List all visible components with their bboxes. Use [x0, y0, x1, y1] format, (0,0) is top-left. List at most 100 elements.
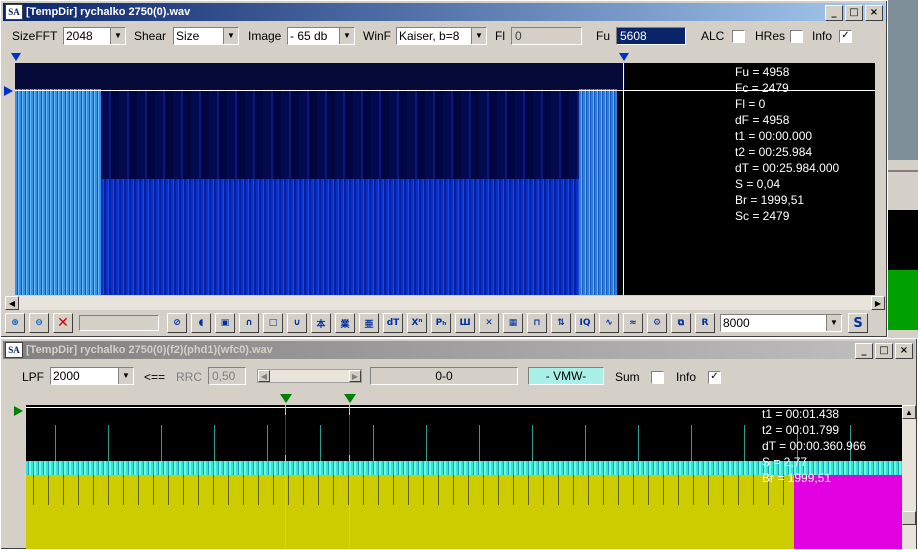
info-line: S = 2,77 — [762, 455, 808, 469]
chevron-down-icon[interactable]: ▼ — [339, 28, 354, 44]
waveform-window-titlebar[interactable]: SA [TempDir] rychalko 2750(0)(f2)(phd1)(… — [3, 341, 915, 359]
fl-field[interactable]: 0 — [511, 27, 582, 45]
rrc-field[interactable]: 0,50 — [208, 367, 246, 385]
chevron-down-icon[interactable]: ▼ — [223, 28, 238, 44]
scroll-right-button[interactable]: ▶ — [871, 296, 885, 310]
left-marker-icon[interactable] — [11, 53, 21, 61]
arc-up-icon[interactable]: ∩ — [239, 313, 259, 333]
cross-icon[interactable]: ✕ — [479, 313, 499, 333]
slider-right-button[interactable]: ▶ — [349, 370, 361, 382]
vertical-scrollbar[interactable]: ▲ — [902, 405, 916, 549]
waveform-view[interactable]: t1 = 00:01.438 t2 = 00:01.799 dT = 00:00… — [26, 405, 902, 549]
info-line: Sc = 2479 — [735, 209, 790, 223]
cancel-icon[interactable]: ✕ — [53, 313, 73, 333]
square-wave-icon[interactable]: ⊓ — [527, 313, 547, 333]
image-value: - 65 db — [290, 29, 328, 43]
info-line: Fc = 2479 — [735, 81, 789, 95]
maximize-button[interactable]: □ — [845, 5, 863, 21]
rate-value: 8000 — [723, 316, 750, 330]
stop-icon[interactable]: ▣ — [215, 313, 235, 333]
fu-label: Fu — [596, 29, 611, 43]
r-button[interactable]: R — [695, 313, 715, 333]
horizontal-scrollbar[interactable]: ◀ ▶ — [5, 296, 885, 310]
info-line: t1 = 00:00.000 — [735, 129, 813, 143]
spectrum-window-titlebar[interactable]: SA [TempDir] rychalko 2750(0).wav _ □ × — [3, 3, 885, 21]
copy-icon[interactable]: ⧉ — [671, 313, 691, 333]
alc-checkbox[interactable] — [732, 30, 745, 43]
rrc-slider[interactable]: ◀ ▶ — [257, 369, 362, 383]
info-line: dF = 4958 — [735, 113, 790, 127]
chevron-down-icon[interactable]: ▼ — [110, 28, 125, 44]
sizefft-select[interactable]: 2048 ▼ — [63, 27, 126, 45]
winf-select[interactable]: Kaiser, b=8 ▼ — [396, 27, 487, 45]
zoom-in-icon[interactable]: ⊕ — [5, 313, 25, 333]
xn-button[interactable]: Xⁿ — [407, 313, 427, 333]
mode-field[interactable]: - VMW- — [528, 367, 604, 385]
dt-button[interactable]: dT — [383, 313, 403, 333]
spectrogram-right-block — [579, 89, 617, 295]
slider-left-button[interactable]: ◀ — [258, 370, 270, 382]
s-button[interactable]: S — [848, 313, 868, 333]
spectrogram-upper-noise — [101, 89, 579, 179]
gear-icon[interactable]: ⚙ — [647, 313, 667, 333]
scroll-up-button[interactable]: ▲ — [902, 405, 916, 419]
winf-value: Kaiser, b=8 — [399, 29, 460, 43]
zoom-out-icon[interactable]: ⊖ — [29, 313, 49, 333]
offset-field: 0-0 — [370, 367, 518, 385]
circle-slash-icon[interactable]: ⊘ — [167, 313, 187, 333]
close-button[interactable]: × — [895, 343, 913, 359]
waveform-window: SA [TempDir] rychalko 2750(0)(f2)(phd1)(… — [0, 338, 918, 550]
marker-bar — [11, 53, 629, 61]
rate-select[interactable]: 8000 ▼ — [720, 314, 842, 332]
spectrogram-left-block — [15, 89, 101, 295]
info-checkbox[interactable]: ✓ — [708, 371, 721, 384]
sum-label: Sum — [615, 370, 640, 384]
marker-t2-icon[interactable] — [344, 394, 356, 403]
lpf-select[interactable]: 2000 ▼ — [50, 367, 134, 385]
marker-t1-icon[interactable] — [280, 394, 292, 403]
filter-b-icon[interactable]: 業 — [335, 313, 355, 333]
waveform-info-overlay: t1 = 00:01.438 t2 = 00:01.799 dT = 00:00… — [762, 406, 866, 486]
info-label: Info — [676, 370, 697, 384]
shear-select[interactable]: Size ▼ — [173, 27, 239, 45]
info-line: t2 = 00:25.984 — [735, 145, 813, 159]
scroll-thumb[interactable] — [902, 511, 916, 525]
info-line: t1 = 00:01.438 — [762, 407, 840, 421]
hres-checkbox[interactable] — [790, 30, 803, 43]
info-checkbox[interactable]: ✓ — [839, 30, 852, 43]
vertical-cursor[interactable] — [623, 63, 624, 295]
spectrogram-view[interactable]: Fu = 4958 Fc = 2479 Fl = 0 dF = 4958 t1 … — [15, 63, 875, 295]
maximize-button[interactable]: □ — [875, 343, 893, 359]
chevron-down-icon[interactable]: ▼ — [118, 368, 133, 384]
filter-c-icon[interactable]: 亜 — [359, 313, 379, 333]
rect-icon[interactable]: □ — [263, 313, 283, 333]
left-cursor-marker-icon[interactable] — [3, 85, 15, 97]
window-title: [TempDir] rychalko 2750(0)(f2)(phd1)(wfc… — [26, 344, 273, 356]
comb-icon[interactable]: Ш — [455, 313, 475, 333]
scroll-left-button[interactable]: ◀ — [5, 296, 19, 310]
wave-b-icon[interactable]: ≈ — [623, 313, 643, 333]
arc-down-icon[interactable]: ∪ — [287, 313, 307, 333]
right-marker-icon[interactable] — [619, 53, 629, 61]
minimize-button[interactable]: _ — [855, 343, 873, 359]
image-select[interactable]: - 65 db ▼ — [287, 27, 355, 45]
chevron-down-icon[interactable]: ▼ — [471, 28, 486, 44]
spectrogram-top-band — [15, 63, 625, 89]
fu-field[interactable]: 5608 — [616, 27, 686, 45]
grid-icon[interactable]: ▦ — [503, 313, 523, 333]
close-button[interactable]: × — [865, 5, 883, 21]
fft-arrows-icon[interactable]: ⇅ — [551, 313, 571, 333]
speaker-icon[interactable]: ◖ — [191, 313, 211, 333]
app-logo-icon: SA — [5, 342, 23, 358]
wave-a-icon[interactable]: ∿ — [599, 313, 619, 333]
alc-label: ALC — [701, 29, 725, 43]
info-line: Fu = 4958 — [735, 65, 790, 79]
sum-checkbox[interactable] — [651, 371, 664, 384]
sizefft-value: 2048 — [66, 29, 93, 43]
left-waveform-marker-icon[interactable] — [13, 405, 25, 417]
ph-button[interactable]: Pₕ — [431, 313, 451, 333]
minimize-button[interactable]: _ — [825, 5, 843, 21]
chevron-down-icon[interactable]: ▼ — [826, 315, 841, 331]
filter-a-icon[interactable]: 本 — [311, 313, 331, 333]
iq-button[interactable]: IQ — [575, 313, 595, 333]
